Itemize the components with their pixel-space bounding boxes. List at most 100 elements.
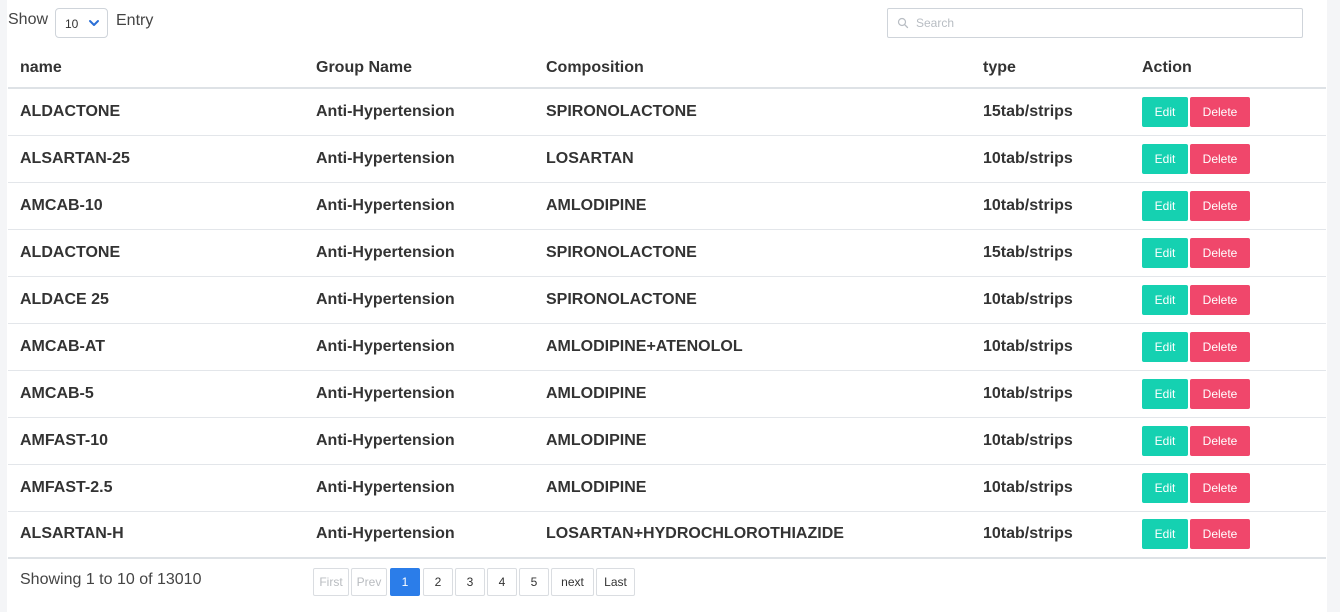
cell-composition: AMLODIPINE xyxy=(534,464,971,512)
table-header-row: name Group Name Composition type Action xyxy=(8,48,1326,89)
cell-type: 15tab/strips xyxy=(971,229,1130,277)
delete-button[interactable]: Delete xyxy=(1190,519,1250,550)
search-input[interactable] xyxy=(916,14,1286,32)
cell-action: Edit Delete xyxy=(1130,323,1326,371)
cell-group-name: Anti-Hypertension xyxy=(304,229,534,277)
cell-composition: AMLODIPINE xyxy=(534,417,971,465)
column-header-group-name[interactable]: Group Name xyxy=(304,48,534,89)
page-3-button[interactable]: 3 xyxy=(455,568,485,596)
edit-button[interactable]: Edit xyxy=(1142,237,1188,268)
page-5-button[interactable]: 5 xyxy=(519,568,549,596)
cell-composition: AMLODIPINE+ATENOLOL xyxy=(534,323,971,371)
edit-button[interactable]: Edit xyxy=(1142,519,1188,550)
table-row: ALSARTAN-25 Anti-Hypertension LOSARTAN 10ta… xyxy=(8,135,1326,183)
cell-name: AMCAB-5 xyxy=(8,370,304,418)
table-row: AMCAB-AT Anti-Hypertension AMLODIPINE+ATEN… xyxy=(8,323,1326,371)
search-box[interactable] xyxy=(887,8,1303,38)
cell-type: 10tab/strips xyxy=(971,135,1130,183)
page-4-button[interactable]: 4 xyxy=(487,568,517,596)
cell-type: 15tab/strips xyxy=(971,88,1130,136)
cell-name: ALSARTAN-H xyxy=(8,511,304,559)
cell-type: 10tab/strips xyxy=(971,370,1130,418)
delete-button[interactable]: Delete xyxy=(1190,96,1250,127)
cell-type: 10tab/strips xyxy=(971,182,1130,230)
table-row: AMFAST-10 Anti-Hypertension AMLODIPINE 10ta… xyxy=(8,417,1326,465)
cell-name: AMCAB-10 xyxy=(8,182,304,230)
entry-label: Entry xyxy=(116,12,154,29)
cell-type: 10tab/strips xyxy=(971,464,1130,512)
cell-group-name: Anti-Hypertension xyxy=(304,323,534,371)
table-row: ALDACTONE Anti-Hypertension SPIRONOLACTONE… xyxy=(8,229,1326,277)
cell-group-name: Anti-Hypertension xyxy=(304,182,534,230)
cell-action: Edit Delete xyxy=(1130,276,1326,324)
page-1-button[interactable]: 1 xyxy=(390,568,420,596)
cell-action: Edit Delete xyxy=(1130,229,1326,277)
medicine-table: name Group Name Composition type Action … xyxy=(8,48,1326,559)
showing-entries-text: Showing 1 to 10 of 13010 xyxy=(20,571,202,588)
delete-button[interactable]: Delete xyxy=(1190,237,1250,268)
table-row: ALSARTAN-H Anti-Hypertension LOSARTAN+HYDR… xyxy=(8,511,1326,559)
page-first-button: First xyxy=(313,568,349,596)
cell-composition: SPIRONOLACTONE xyxy=(534,276,971,324)
delete-button[interactable]: Delete xyxy=(1190,472,1250,503)
cell-action: Edit Delete xyxy=(1130,511,1326,559)
table-row: ALDACTONE Anti-Hypertension SPIRONOLACTONE… xyxy=(8,88,1326,136)
cell-group-name: Anti-Hypertension xyxy=(304,276,534,324)
cell-group-name: Anti-Hypertension xyxy=(304,417,534,465)
cell-name: ALDACE 25 xyxy=(8,276,304,324)
edit-button[interactable]: Edit xyxy=(1142,284,1188,315)
delete-button[interactable]: Delete xyxy=(1190,425,1250,456)
left-gutter xyxy=(0,0,7,612)
cell-type: 10tab/strips xyxy=(971,417,1130,465)
cell-composition: SPIRONOLACTONE xyxy=(534,88,971,136)
edit-button[interactable]: Edit xyxy=(1142,378,1188,409)
cell-name: AMFAST-10 xyxy=(8,417,304,465)
delete-button[interactable]: Delete xyxy=(1190,331,1250,362)
cell-group-name: Anti-Hypertension xyxy=(304,370,534,418)
show-label: Show xyxy=(8,11,49,28)
cell-group-name: Anti-Hypertension xyxy=(304,464,534,512)
cell-group-name: Anti-Hypertension xyxy=(304,88,534,136)
edit-button[interactable]: Edit xyxy=(1142,143,1188,174)
cell-action: Edit Delete xyxy=(1130,182,1326,230)
table-toolbar: Show 10 Entry xyxy=(8,0,1326,48)
cell-type: 10tab/strips xyxy=(971,511,1130,559)
cell-action: Edit Delete xyxy=(1130,464,1326,512)
cell-action: Edit Delete xyxy=(1130,370,1326,418)
cell-type: 10tab/strips xyxy=(971,276,1130,324)
right-gutter xyxy=(1327,0,1340,612)
cell-action: Edit Delete xyxy=(1130,88,1326,136)
table-row: ALDACE 25 Anti-Hypertension SPIRONOLACTONE… xyxy=(8,276,1326,324)
cell-type: 10tab/strips xyxy=(971,323,1130,371)
table-row: AMFAST-2.5 Anti-Hypertension AMLODIPINE 10t… xyxy=(8,464,1326,512)
cell-composition: LOSARTAN xyxy=(534,135,971,183)
table-row: AMCAB-5 Anti-Hypertension AMLODIPINE 10tab/… xyxy=(8,370,1326,418)
delete-button[interactable]: Delete xyxy=(1190,284,1250,315)
cell-action: Edit Delete xyxy=(1130,417,1326,465)
cell-name: ALDACTONE xyxy=(8,229,304,277)
page-2-button[interactable]: 2 xyxy=(423,568,453,596)
delete-button[interactable]: Delete xyxy=(1190,378,1250,409)
entries-per-page-select[interactable]: 10 xyxy=(55,8,108,38)
page-last-button[interactable]: Last xyxy=(596,568,635,596)
delete-button[interactable]: Delete xyxy=(1190,190,1250,221)
delete-button[interactable]: Delete xyxy=(1190,143,1250,174)
edit-button[interactable]: Edit xyxy=(1142,472,1188,503)
page-next-button[interactable]: next xyxy=(551,568,594,596)
cell-group-name: Anti-Hypertension xyxy=(304,511,534,559)
edit-button[interactable]: Edit xyxy=(1142,96,1188,127)
column-header-composition[interactable]: Composition xyxy=(534,48,971,89)
cell-name: AMCAB-AT xyxy=(8,323,304,371)
cell-group-name: Anti-Hypertension xyxy=(304,135,534,183)
table-row: AMCAB-10 Anti-Hypertension AMLODIPINE 10tab… xyxy=(8,182,1326,230)
edit-button[interactable]: Edit xyxy=(1142,190,1188,221)
cell-name: ALSARTAN-25 xyxy=(8,135,304,183)
cell-composition: SPIRONOLACTONE xyxy=(534,229,971,277)
column-header-type[interactable]: type xyxy=(971,48,1130,89)
chevron-down-icon xyxy=(89,20,99,26)
edit-button[interactable]: Edit xyxy=(1142,425,1188,456)
cell-action: Edit Delete xyxy=(1130,135,1326,183)
entries-per-page-value: 10 xyxy=(65,17,79,31)
column-header-name[interactable]: name xyxy=(8,48,304,89)
edit-button[interactable]: Edit xyxy=(1142,331,1188,362)
